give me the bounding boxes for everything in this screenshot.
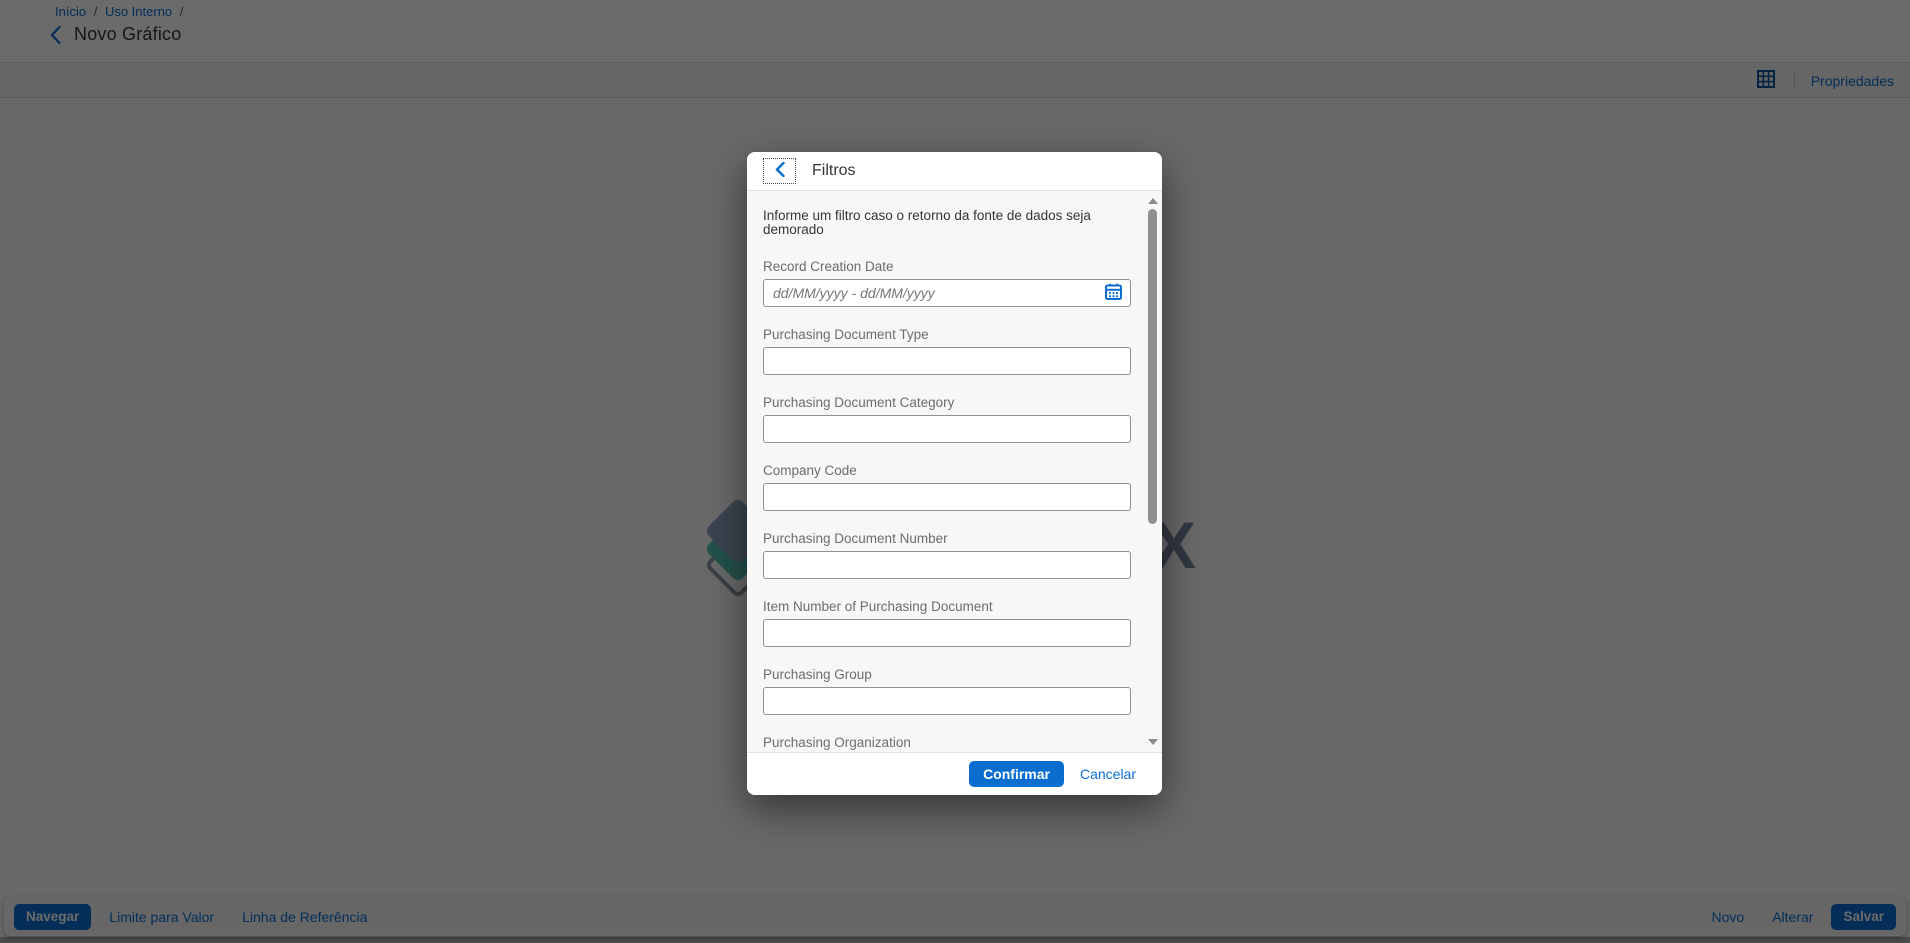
field-purchasing-document-category: Purchasing Document Category (763, 395, 1131, 443)
cancel-button[interactable]: Cancelar (1080, 766, 1136, 782)
dialog-scrollbar[interactable] (1146, 194, 1159, 749)
scroll-up-icon[interactable] (1148, 198, 1158, 204)
field-item-number: Item Number of Purchasing Document (763, 599, 1131, 647)
purchasing-document-number-input[interactable] (763, 551, 1131, 579)
record-creation-date-input[interactable] (763, 279, 1131, 307)
dialog-footer: Confirmar Cancelar (747, 752, 1162, 795)
field-label: Purchasing Group (763, 667, 1131, 683)
dialog-body: Informe um filtro caso o retorno da font… (747, 191, 1162, 752)
field-label: Record Creation Date (763, 259, 1131, 275)
field-label: Company Code (763, 463, 1131, 479)
scrollbar-thumb[interactable] (1148, 209, 1157, 524)
dialog-description: Informe um filtro caso o retorno da font… (763, 209, 1108, 237)
field-label: Purchasing Document Type (763, 327, 1131, 343)
field-purchasing-organization: Purchasing Organization (763, 735, 1131, 752)
field-label: Purchasing Organization (763, 735, 1131, 751)
confirm-button[interactable]: Confirmar (969, 761, 1064, 787)
calendar-icon (1105, 283, 1122, 303)
date-picker-button[interactable] (1096, 280, 1130, 306)
field-company-code: Company Code (763, 463, 1131, 511)
chevron-left-icon (775, 162, 785, 180)
screen: Início / Uso Interno / Novo Gráfico (0, 0, 1910, 943)
field-purchasing-document-number: Purchasing Document Number (763, 531, 1131, 579)
field-purchasing-document-type: Purchasing Document Type (763, 327, 1131, 375)
dialog-title: Filtros (812, 162, 856, 180)
scroll-down-icon[interactable] (1148, 739, 1158, 745)
filters-dialog: Filtros Informe um filtro caso o retorno… (747, 152, 1162, 795)
field-label: Item Number of Purchasing Document (763, 599, 1131, 615)
field-label: Purchasing Document Number (763, 531, 1131, 547)
purchasing-document-type-input[interactable] (763, 347, 1131, 375)
company-code-input[interactable] (763, 483, 1131, 511)
field-record-creation-date: Record Creation Date (763, 259, 1131, 307)
field-purchasing-group: Purchasing Group (763, 667, 1131, 715)
dialog-header: Filtros (747, 152, 1162, 191)
purchasing-group-input[interactable] (763, 687, 1131, 715)
item-number-input[interactable] (763, 619, 1131, 647)
dialog-back-button[interactable] (763, 158, 796, 184)
field-label: Purchasing Document Category (763, 395, 1131, 411)
purchasing-document-category-input[interactable] (763, 415, 1131, 443)
